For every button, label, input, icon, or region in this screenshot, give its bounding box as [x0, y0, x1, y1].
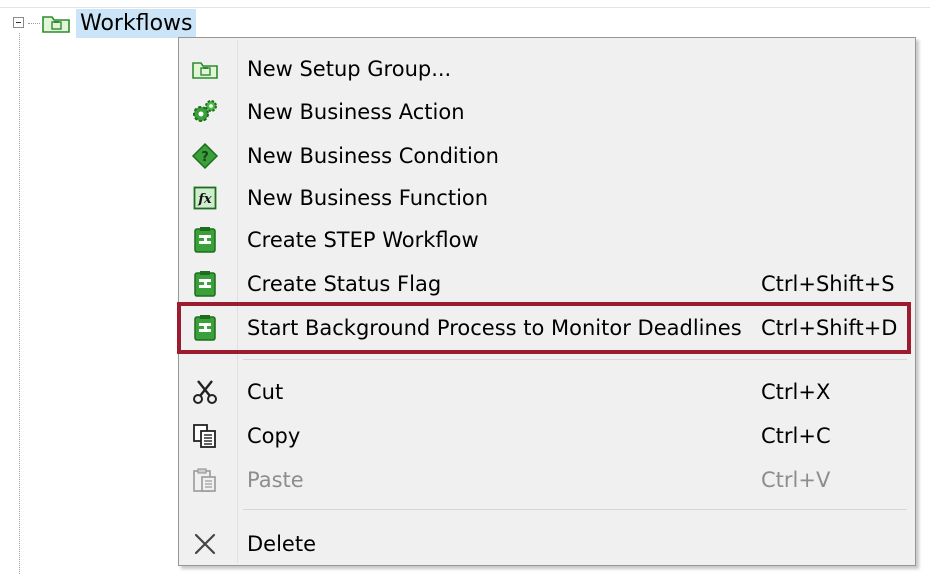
menu-item-label: Create STEP Workflow	[247, 228, 479, 252]
menu-item-label: Cut	[247, 380, 284, 404]
menu-item-cut[interactable]: Cut Ctrl+X	[179, 371, 915, 413]
menu-item-label: New Business Condition	[247, 144, 499, 168]
tree-top-border	[0, 7, 930, 8]
svg-text:fx: fx	[197, 192, 212, 207]
menu-separator	[243, 359, 907, 360]
menu-item-label: Copy	[247, 424, 301, 448]
collapse-toggle[interactable]	[13, 17, 24, 28]
menu-item-copy[interactable]: Copy Ctrl+C	[179, 415, 915, 457]
monitor-deadlines-workflow-icon	[191, 314, 219, 342]
tree-guide-line	[19, 33, 20, 574]
status-flag-workflow-icon	[191, 270, 219, 298]
tree-branch-line	[28, 23, 40, 24]
step-workflow-icon	[191, 226, 219, 254]
context-menu: New Setup Group... New Business Action ?…	[177, 37, 916, 566]
menu-item-create-step-workflow[interactable]: Create STEP Workflow	[179, 219, 915, 261]
menu-item-label: Paste	[247, 468, 304, 492]
menu-item-shortcut: Ctrl+V	[761, 468, 831, 492]
copy-icon	[191, 422, 219, 450]
setup-group-folder-icon	[41, 12, 71, 34]
menu-item-label: New Setup Group...	[247, 57, 452, 81]
menu-item-delete[interactable]: Delete	[179, 523, 915, 565]
menu-item-new-business-action[interactable]: New Business Action	[179, 91, 915, 133]
business-condition-diamond-icon: ?	[191, 142, 219, 170]
menu-item-label: Create Status Flag	[247, 272, 442, 296]
menu-item-new-business-condition[interactable]: ? New Business Condition	[179, 135, 915, 177]
menu-item-shortcut: Ctrl+C	[761, 424, 831, 448]
menu-separator	[243, 509, 907, 510]
menu-item-start-background-process[interactable]: Start Background Process to Monitor Dead…	[177, 302, 915, 354]
menu-item-paste[interactable]: Paste Ctrl+V	[179, 459, 915, 501]
scissors-icon	[191, 378, 219, 406]
menu-item-new-setup-group[interactable]: New Setup Group...	[179, 48, 915, 90]
menu-item-shortcut: Ctrl+X	[761, 380, 831, 404]
menu-item-label: Start Background Process to Monitor Dead…	[247, 316, 742, 340]
menu-item-create-status-flag[interactable]: Create Status Flag Ctrl+Shift+S	[179, 263, 915, 305]
setup-group-folder-icon	[191, 55, 219, 83]
menu-item-shortcut: Ctrl+Shift+D	[761, 316, 898, 340]
menu-item-label: New Business Action	[247, 100, 465, 124]
menu-item-new-business-function[interactable]: fx New Business Function	[179, 177, 915, 219]
business-action-gears-icon	[191, 98, 219, 126]
menu-item-shortcut: Ctrl+Shift+S	[761, 272, 895, 296]
svg-text:?: ?	[201, 150, 209, 165]
delete-x-icon	[191, 530, 219, 558]
menu-item-label: Delete	[247, 532, 316, 556]
tree-node-workflows[interactable]: Workflows	[76, 9, 197, 38]
menu-item-label: New Business Function	[247, 186, 489, 210]
paste-icon	[191, 466, 219, 494]
business-function-fx-icon: fx	[191, 184, 219, 212]
